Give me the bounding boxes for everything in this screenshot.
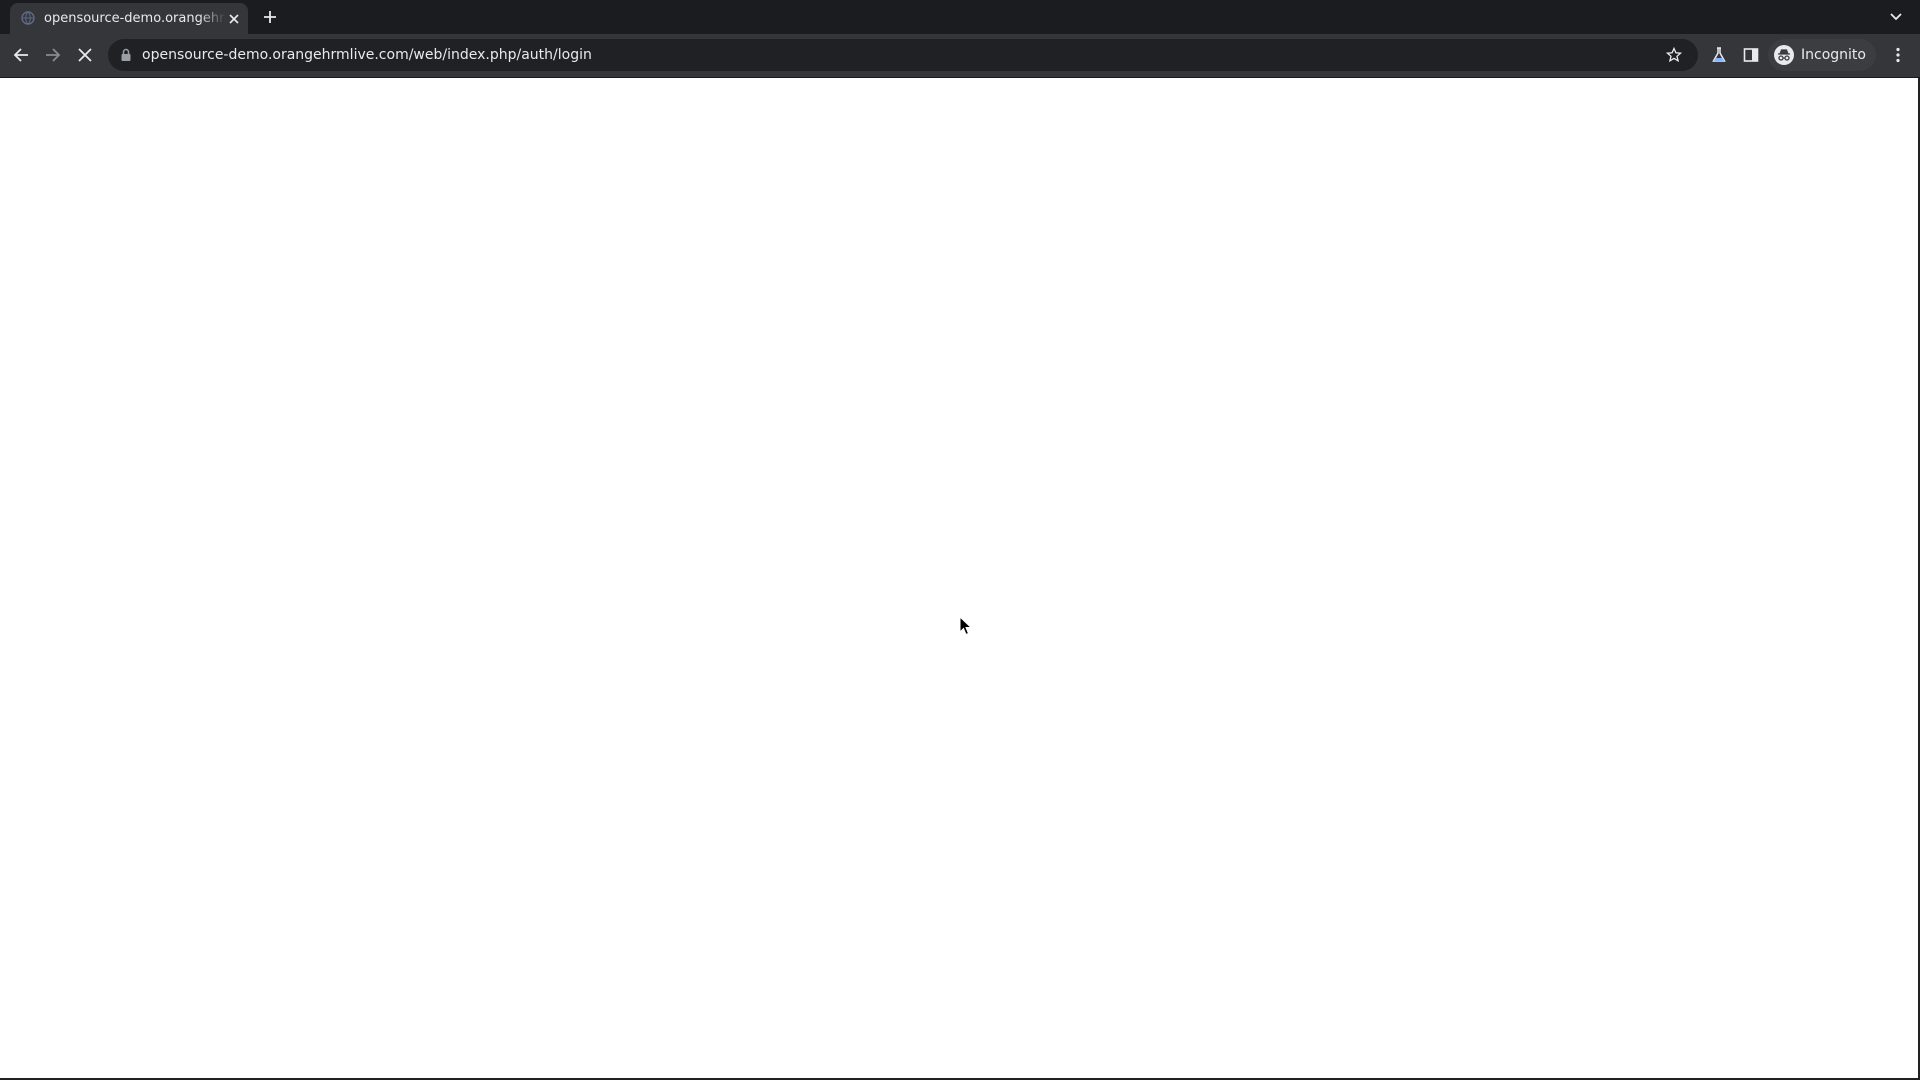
profile-button[interactable]: Incognito: [1768, 39, 1876, 71]
browser-toolbar: opensource-demo.orangehrmlive.com/web/in…: [0, 34, 1920, 78]
globe-icon: [21, 11, 35, 25]
side-panel-button[interactable]: [1737, 41, 1765, 69]
tab-strip: opensource-demo.orangehrmlive.com/web/in…: [0, 0, 1920, 34]
tab-title: opensource-demo.orangehrmlive.com/web/in…: [44, 11, 226, 26]
close-icon: [229, 14, 239, 24]
star-icon: [1666, 47, 1682, 63]
plus-icon: [264, 11, 276, 23]
forward-arrow-icon: [46, 48, 61, 62]
back-button[interactable]: [7, 41, 35, 69]
profile-label: Incognito: [1801, 47, 1866, 63]
stop-loading-icon: [78, 48, 92, 62]
forward-button[interactable]: [39, 41, 67, 69]
lock-icon[interactable]: [120, 48, 132, 62]
stop-loading-button[interactable]: [71, 41, 99, 69]
incognito-icon: [1774, 45, 1794, 65]
kebab-menu-icon: [1896, 47, 1900, 63]
browser-menu-button[interactable]: [1884, 41, 1912, 69]
new-tab-button[interactable]: [258, 6, 282, 28]
chevron-down-icon: [1890, 13, 1902, 21]
back-arrow-icon: [13, 48, 28, 62]
side-panel-icon: [1743, 48, 1759, 62]
mouse-cursor-icon: [959, 616, 973, 636]
address-bar[interactable]: opensource-demo.orangehrmlive.com/web/in…: [108, 39, 1698, 71]
tab-close-button[interactable]: [225, 10, 243, 28]
flask-icon: [1712, 47, 1726, 62]
labs-button[interactable]: [1705, 41, 1733, 69]
tab-search-button[interactable]: [1884, 6, 1908, 28]
tab-orangehrm-login[interactable]: opensource-demo.orangehrmlive.com/web/in…: [10, 3, 248, 34]
browser-window: opensource-demo.orangehrmlive.com/web/in…: [0, 0, 1920, 1080]
page-viewport[interactable]: [0, 78, 1920, 1080]
bookmark-button[interactable]: [1663, 44, 1685, 66]
url-text[interactable]: opensource-demo.orangehrmlive.com/web/in…: [142, 46, 592, 64]
